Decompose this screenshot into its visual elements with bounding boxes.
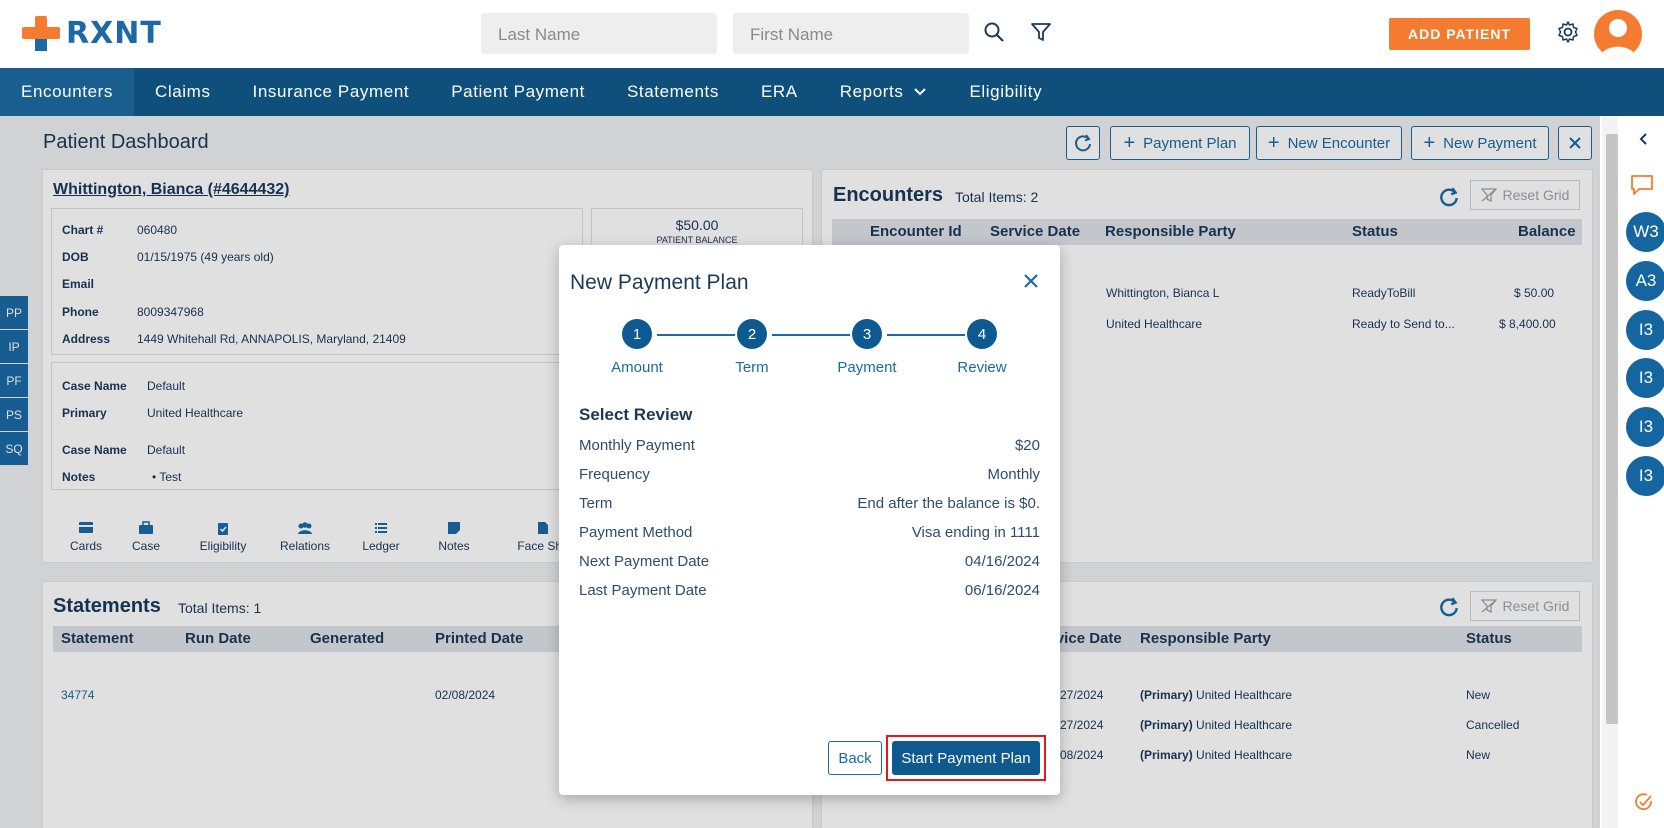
nav-statements[interactable]: Statements <box>606 68 740 116</box>
next-payment-date-value: 04/16/2024 <box>964 553 1040 570</box>
last-payment-date-value: 06/16/2024 <box>964 582 1040 599</box>
monthly-payment-value: $20 <box>1014 437 1040 454</box>
rail-avatar-i3-3[interactable]: I3 <box>1626 407 1664 447</box>
new-payment-plan-modal: New Payment Plan 1 2 3 4 Amount Term Pay… <box>559 245 1060 795</box>
last-name-input[interactable]: Last Name <box>481 13 717 54</box>
rail-avatar-w3[interactable]: W3 <box>1626 212 1664 252</box>
step-3-label: Payment <box>837 359 897 376</box>
step-1-circle[interactable]: 1 <box>622 319 652 349</box>
start-payment-plan-button[interactable]: Start Payment Plan <box>892 741 1040 775</box>
nav-era[interactable]: ERA <box>740 68 819 116</box>
frequency-value: Monthly <box>987 466 1040 483</box>
rail-avatar-i3-4[interactable]: I3 <box>1626 456 1664 496</box>
frequency-label: Frequency <box>579 466 650 483</box>
rail-avatar-i3-2[interactable]: I3 <box>1626 358 1664 398</box>
modal-title: New Payment Plan <box>570 271 749 294</box>
stepper-connector <box>772 334 850 336</box>
step-2-label: Term <box>735 359 769 376</box>
filter-icon[interactable] <box>1029 20 1053 44</box>
main-nav: Encounters Claims Insurance Payment Pati… <box>0 68 1664 116</box>
stepper-connector <box>887 334 965 336</box>
rail-avatar-a3[interactable]: A3 <box>1626 261 1664 301</box>
nav-insurance-payment[interactable]: Insurance Payment <box>232 68 431 116</box>
search-icon[interactable] <box>982 20 1006 44</box>
user-icon <box>1600 19 1636 58</box>
payment-method-value: Visa ending in 1111 <box>911 524 1040 541</box>
step-4-label: Review <box>957 359 1007 376</box>
step-1-label: Amount <box>611 359 663 376</box>
last-payment-date-label: Last Payment Date <box>579 582 707 599</box>
add-patient-button[interactable]: ADD PATIENT <box>1389 18 1530 50</box>
logo-text: RXNT <box>66 15 162 51</box>
user-avatar[interactable] <box>1594 10 1642 58</box>
nav-reports-label: Reports <box>839 82 904 101</box>
app-header: RXNT Last Name First Name ADD PATIENT <box>0 0 1664 68</box>
logo-cross-icon <box>22 14 60 52</box>
step-4-circle[interactable]: 4 <box>967 319 997 349</box>
back-button[interactable]: Back <box>828 741 882 775</box>
nav-claims[interactable]: Claims <box>134 68 232 116</box>
step-2-circle[interactable]: 2 <box>737 319 767 349</box>
first-name-input[interactable]: First Name <box>733 13 969 54</box>
stepper-connector <box>657 334 735 336</box>
review-section-title: Select Review <box>579 405 693 424</box>
gear-icon[interactable] <box>1556 20 1580 44</box>
nav-encounters[interactable]: Encounters <box>0 68 134 116</box>
chat-icon[interactable] <box>1630 174 1654 196</box>
nav-patient-payment[interactable]: Patient Payment <box>430 68 606 116</box>
nav-reports[interactable]: Reports <box>819 68 949 116</box>
payment-method-label: Payment Method <box>579 524 693 541</box>
next-payment-date-label: Next Payment Date <box>579 553 710 570</box>
term-value: End after the balance is $0. <box>857 495 1040 512</box>
term-label: Term <box>579 495 613 512</box>
chevron-left-icon[interactable] <box>1637 132 1651 146</box>
step-3-circle[interactable]: 3 <box>852 319 882 349</box>
rxnt-logo[interactable]: RXNT <box>22 14 162 52</box>
scrollbar-thumb[interactable] <box>1606 134 1618 724</box>
chevron-down-icon <box>914 88 927 96</box>
nav-eligibility[interactable]: Eligibility <box>948 68 1063 116</box>
close-icon[interactable] <box>1021 271 1041 291</box>
check-circle-icon[interactable] <box>1634 792 1654 812</box>
monthly-payment-label: Monthly Payment <box>579 437 695 454</box>
rail-avatar-i3-1[interactable]: I3 <box>1626 310 1664 350</box>
